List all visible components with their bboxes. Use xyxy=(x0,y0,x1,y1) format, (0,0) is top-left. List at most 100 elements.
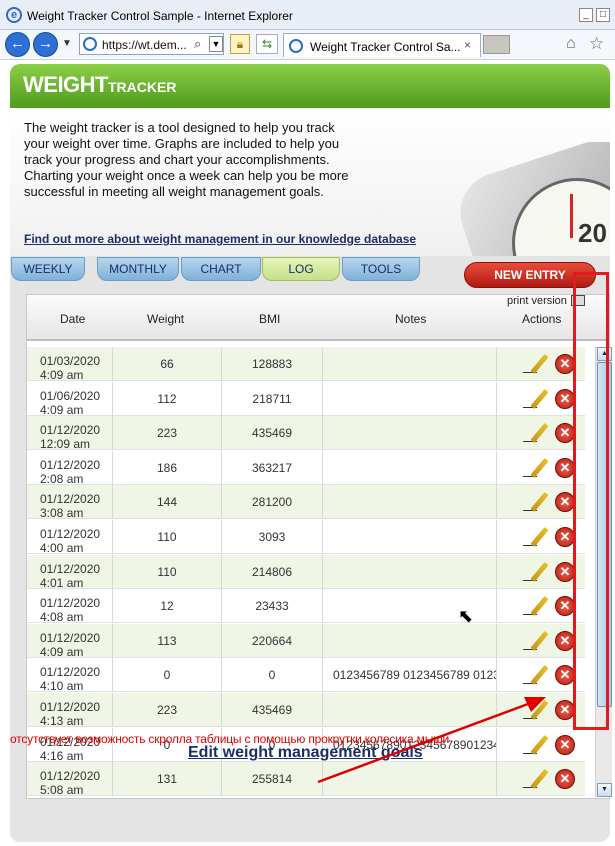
maximize-button[interactable]: □ xyxy=(596,8,610,22)
cell-bmi: 3093 xyxy=(222,520,323,554)
close-tab-icon[interactable]: × xyxy=(464,38,471,52)
favorites-star-icon[interactable]: ☆ xyxy=(589,34,604,54)
home-icon[interactable]: ⌂ xyxy=(566,35,576,53)
row-date: 01/12/2020 xyxy=(40,665,101,680)
cell-actions: ✕ xyxy=(497,416,585,450)
delete-icon[interactable]: ✕ xyxy=(555,665,575,686)
row-time: 5:08 am xyxy=(40,783,84,797)
delete-icon[interactable]: ✕ xyxy=(555,769,575,790)
row-date: 01/12/2020 xyxy=(40,700,101,714)
tab-tools[interactable]: TOOLS xyxy=(342,257,420,281)
edit-pencil-icon[interactable] xyxy=(523,353,551,375)
cell-weight: 186 xyxy=(113,450,222,485)
table-row: 01/06/2020 4:09 am 112 218711 ✕ xyxy=(27,381,585,417)
edit-pencil-icon[interactable] xyxy=(523,768,551,790)
row-time: 2:08 am xyxy=(40,471,84,486)
history-dropdown-icon[interactable]: ▼ xyxy=(62,38,72,49)
cell-date: 01/12/2020 4:08 am xyxy=(27,589,113,625)
edit-pencil-icon[interactable] xyxy=(523,388,551,410)
delete-icon[interactable]: ✕ xyxy=(555,630,575,651)
cell-actions: ✕ xyxy=(497,658,585,692)
lock-icon[interactable]: 🔒︎ xyxy=(230,34,250,54)
table-row: 01/12/2020 5:08 am 131 255814 ✕ xyxy=(27,762,585,797)
header-date: Date xyxy=(60,312,86,326)
delete-icon[interactable]: ✕ xyxy=(555,734,575,755)
url-text[interactable]: https://wt.dem... xyxy=(102,38,187,52)
print-version-link[interactable]: print version xyxy=(507,295,567,307)
row-time: 4:10 am xyxy=(40,679,84,694)
row-date: 01/12/2020 xyxy=(40,630,101,645)
edit-pencil-icon[interactable] xyxy=(523,630,551,652)
cell-actions: ✕ xyxy=(497,728,585,762)
url-dropdown-icon[interactable]: ▼ xyxy=(209,36,223,52)
delete-icon[interactable]: ✕ xyxy=(555,700,575,720)
table-row: 01/12/2020 12:09 am 223 435469 ✕ xyxy=(27,416,585,452)
cell-date: 01/12/2020 12:09 am xyxy=(27,416,113,452)
table-row: 01/12/2020 4:08 am 12 23433 ✕ xyxy=(27,589,585,625)
delete-icon[interactable]: ✕ xyxy=(555,457,575,478)
forward-button[interactable]: → xyxy=(33,32,58,57)
cell-weight: 110 xyxy=(113,520,222,554)
cell-date: 01/12/2020 2:08 am xyxy=(27,450,113,486)
cell-weight: 223 xyxy=(113,416,222,451)
minimize-button[interactable]: _ xyxy=(579,8,593,22)
edit-goals-link[interactable]: Edit weight management goals xyxy=(188,744,423,762)
browser-tab[interactable]: Weight Tracker Control Sa... × xyxy=(283,33,481,57)
tab-weekly[interactable]: WEEKLY xyxy=(11,257,85,281)
cell-bmi: 23433 xyxy=(222,589,323,624)
table-body[interactable]: 01/03/2020 4:09 am 66 128883 ✕ 01/06/2020 4:09… xyxy=(27,347,585,797)
row-time: 4:08 am xyxy=(40,610,84,625)
widget-header: WEIGHTTRACKER xyxy=(10,64,610,108)
cell-date: 01/12/2020 5:08 am xyxy=(27,762,113,797)
knowledge-database-link[interactable]: Find out more about weight management in… xyxy=(24,232,416,246)
header-actions: Actions xyxy=(522,312,562,326)
cell-actions: ✕ xyxy=(497,762,585,796)
cell-notes xyxy=(323,623,497,658)
search-icon[interactable]: ⌕ xyxy=(194,36,201,52)
annotation-text: отсутствует возможность скролла таблицы … xyxy=(10,732,450,746)
cell-notes: 0123456789 0123456789 0123456789 xyxy=(323,658,497,693)
edit-pencil-icon[interactable] xyxy=(523,491,551,513)
cell-actions: ✕ xyxy=(497,589,585,623)
cell-date: 01/12/2020 4:01 am xyxy=(27,554,113,590)
edit-pencil-icon[interactable] xyxy=(523,457,551,479)
new-tab-button[interactable] xyxy=(483,35,510,54)
weight-tracker-widget: WEIGHTTRACKER The weight tracker is a to… xyxy=(10,64,612,842)
cell-notes xyxy=(323,693,497,727)
cell-actions: ✕ xyxy=(497,520,585,554)
cell-bmi: 363217 xyxy=(222,450,323,485)
tab-chart[interactable]: CHART xyxy=(181,257,261,281)
delete-icon[interactable]: ✕ xyxy=(555,596,575,617)
delete-icon[interactable]: ✕ xyxy=(555,492,575,513)
edit-pencil-icon[interactable] xyxy=(523,734,551,756)
header-bmi: BMI xyxy=(259,312,281,326)
row-date: 01/12/2020 xyxy=(40,492,101,507)
edit-pencil-icon[interactable] xyxy=(523,699,551,721)
cell-weight: 66 xyxy=(113,347,222,381)
table-row: 01/12/2020 4:01 am 110 214806 ✕ xyxy=(27,554,585,590)
delete-icon[interactable]: ✕ xyxy=(555,527,575,547)
back-button[interactable]: ← xyxy=(5,32,30,57)
edit-pencil-icon[interactable] xyxy=(523,664,551,686)
annotation-highlight-box xyxy=(573,272,609,730)
row-time: 4:09 am xyxy=(40,368,84,382)
tab-log[interactable]: LOG xyxy=(262,257,340,281)
delete-icon[interactable]: ✕ xyxy=(555,354,575,374)
edit-pencil-icon[interactable] xyxy=(523,595,551,617)
url-field[interactable]: https://wt.dem... ⌕ ▼ xyxy=(79,33,224,55)
edit-pencil-icon[interactable] xyxy=(523,526,551,548)
edit-pencil-icon[interactable] xyxy=(523,422,551,444)
cell-notes xyxy=(323,381,497,416)
row-time: 4:09 am xyxy=(40,402,84,417)
row-time: 12:09 am xyxy=(40,437,91,452)
delete-icon[interactable]: ✕ xyxy=(555,388,575,409)
delete-icon[interactable]: ✕ xyxy=(555,423,575,444)
refresh-icon[interactable]: ⇆ xyxy=(256,34,278,54)
mouse-cursor-icon: ⬉ xyxy=(458,606,474,626)
edit-pencil-icon[interactable] xyxy=(523,561,551,583)
tab-monthly[interactable]: MONTHLY xyxy=(97,257,179,281)
scroll-down-button[interactable]: ▼ xyxy=(597,783,612,797)
row-time: 4:16 am xyxy=(40,748,84,763)
weight-tracker-logo: WEIGHTTRACKER xyxy=(23,72,177,97)
delete-icon[interactable]: ✕ xyxy=(555,561,575,582)
